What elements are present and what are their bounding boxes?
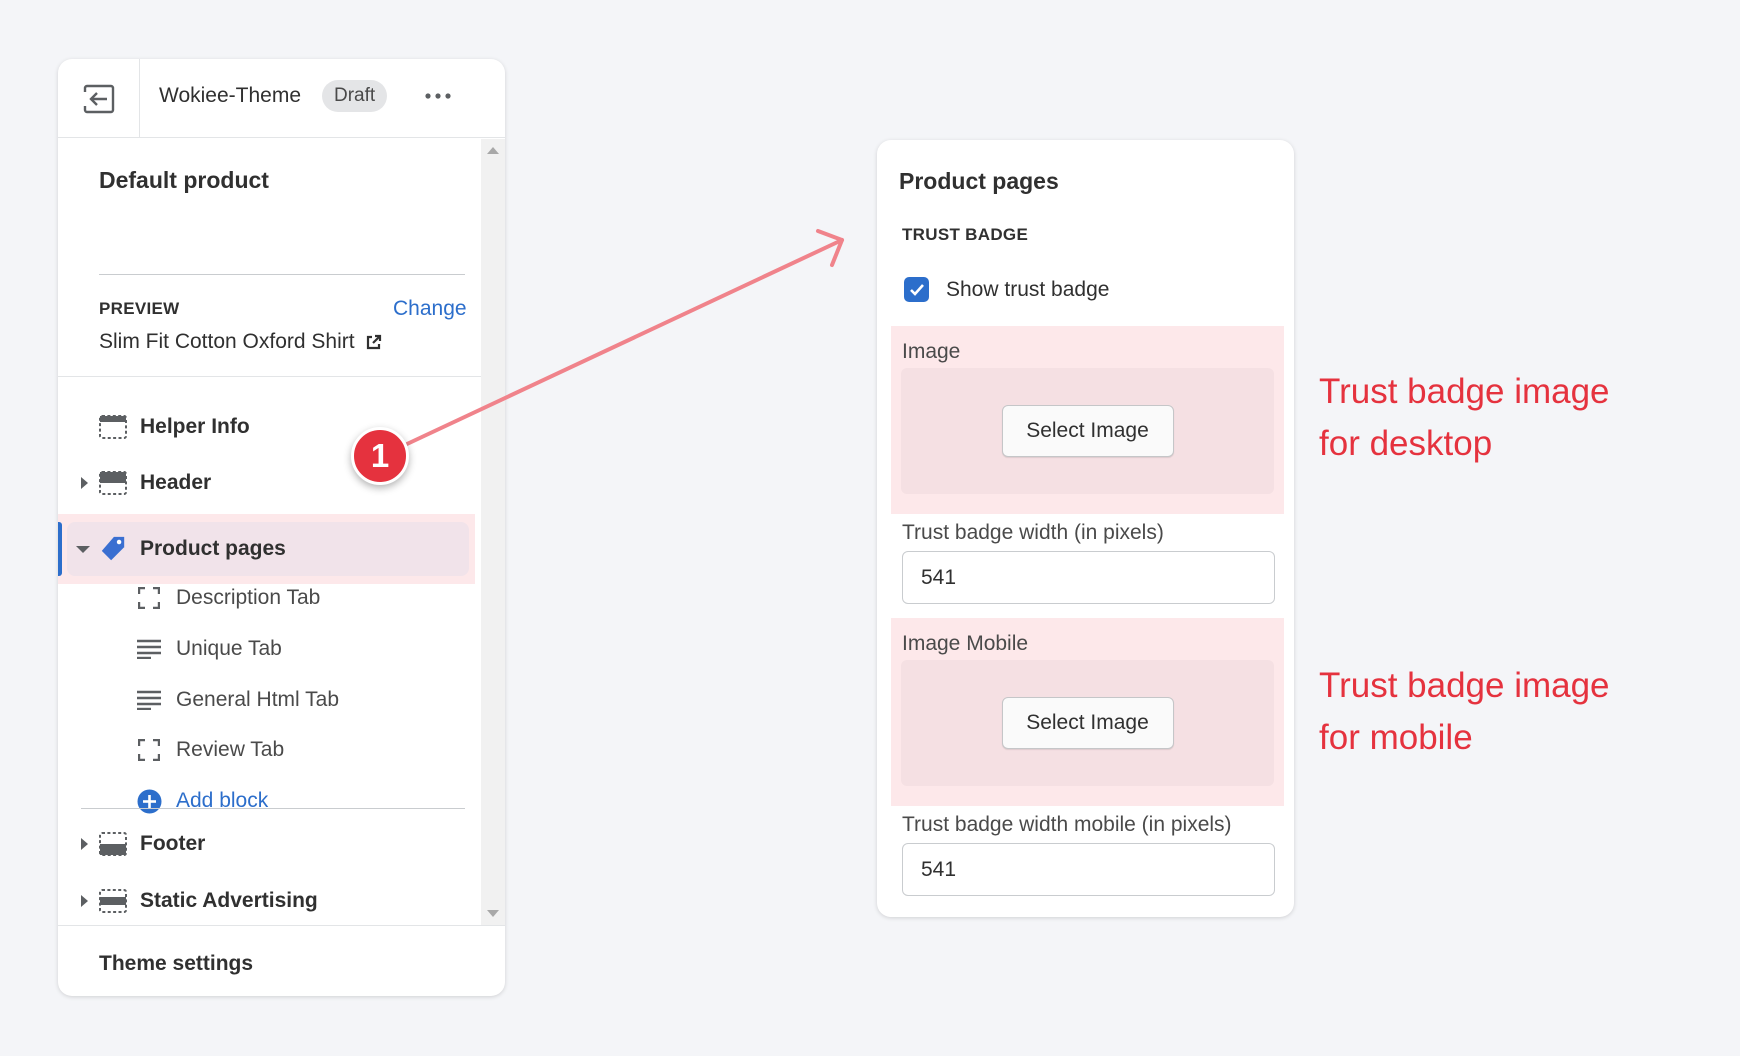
block-general-html-tab[interactable]: General Html Tab: [58, 678, 481, 722]
annotation-line: Trust badge image: [1319, 666, 1610, 705]
header-icon: [99, 469, 127, 497]
section-icon: [99, 887, 127, 915]
checkbox-checked[interactable]: [904, 277, 929, 302]
add-block-button[interactable]: Add block: [58, 779, 481, 823]
more-horizontal-icon: [425, 93, 451, 99]
image-mobile-label: Image Mobile: [902, 632, 1029, 655]
section-label: Product pages: [140, 537, 286, 560]
section-label: Helper Info: [140, 415, 250, 438]
theme-settings-button[interactable]: Theme settings: [99, 952, 253, 976]
annotation-line: Trust badge image: [1319, 372, 1610, 411]
image-picker-desktop: Image Select Image: [891, 326, 1284, 514]
select-image-button[interactable]: Select Image: [1001, 405, 1174, 457]
block-label: General Html Tab: [176, 688, 340, 711]
image-picker-mobile: Image Mobile Select Image: [891, 618, 1284, 806]
preview-product[interactable]: Slim Fit Cotton Oxford Shirt: [99, 330, 382, 354]
expand-caret-icon[interactable]: [81, 477, 88, 489]
theme-editor-sidebar: Wokiee-Theme Draft Default product PREVI…: [58, 59, 505, 996]
width-mobile-input[interactable]: 541: [902, 843, 1275, 896]
more-actions-button[interactable]: [420, 81, 456, 111]
block-description-tab[interactable]: Description Tab: [58, 576, 481, 620]
section-label: Header: [140, 471, 212, 494]
block-unique-tab[interactable]: Unique Tab: [58, 627, 481, 671]
scroll-up-icon[interactable]: [487, 147, 499, 154]
divider: [99, 274, 465, 275]
expand-caret-icon[interactable]: [81, 895, 88, 907]
select-image-mobile-button[interactable]: Select Image: [1001, 697, 1174, 749]
block-label: Unique Tab: [176, 637, 282, 660]
section-label: Footer: [140, 832, 206, 855]
external-link-icon: [366, 334, 381, 349]
section-label: Static Advertising: [140, 889, 318, 912]
preview-label: PREVIEW: [99, 299, 180, 318]
width-mobile-label: Trust badge width mobile (in pixels): [902, 813, 1232, 836]
annotation-line: for desktop: [1319, 424, 1493, 463]
block-review-tab[interactable]: Review Tab: [58, 728, 481, 772]
show-trust-badge-toggle[interactable]: Show trust badge: [904, 277, 1109, 302]
checkmark-icon: [909, 284, 924, 296]
footer-icon: [99, 830, 127, 858]
annotation-line: for mobile: [1319, 718, 1473, 757]
template-title: Default product: [99, 167, 269, 193]
section-settings-panel: Product pages TRUST BADGE Show trust bad…: [877, 140, 1294, 917]
block-label: Description Tab: [176, 586, 321, 609]
block-icon: [136, 737, 162, 763]
editor-footer: Theme settings: [58, 925, 505, 996]
expand-caret-icon[interactable]: [81, 838, 88, 850]
image-label: Image: [902, 340, 961, 363]
sections-scroll-area: Default product PREVIEW Change Slim Fit …: [58, 139, 481, 925]
divider: [81, 808, 465, 809]
collapse-caret-icon[interactable]: [76, 545, 90, 553]
section-static-advertising[interactable]: Static Advertising: [58, 879, 481, 923]
divider: [58, 376, 481, 377]
theme-name: Wokiee-Theme: [159, 84, 301, 107]
section-header[interactable]: Header: [58, 461, 481, 505]
section-helper-info[interactable]: Helper Info: [58, 405, 481, 449]
block-label: Review Tab: [176, 738, 285, 761]
editor-topbar: Wokiee-Theme Draft: [58, 59, 505, 138]
status-badge: Draft: [322, 80, 388, 112]
exit-icon: [81, 84, 114, 113]
add-circle-icon: [136, 788, 162, 814]
section-icon: [99, 413, 127, 441]
text-lines-icon: [136, 687, 162, 713]
block-icon: [136, 585, 162, 611]
change-preview-link[interactable]: Change: [393, 297, 467, 321]
width-label: Trust badge width (in pixels): [902, 521, 1164, 544]
annotation-mobile: Trust badge image for mobile: [1319, 660, 1610, 764]
image-dropzone-mobile[interactable]: Select Image: [901, 660, 1274, 786]
scrollbar[interactable]: [481, 139, 505, 925]
section-product-pages[interactable]: Product pages: [58, 527, 481, 571]
preview-product-name: Slim Fit Cotton Oxford Shirt: [99, 330, 355, 353]
settings-section-heading: TRUST BADGE: [902, 225, 1029, 244]
image-dropzone[interactable]: Select Image: [901, 368, 1274, 494]
width-input[interactable]: 541: [902, 551, 1275, 604]
settings-title: Product pages: [899, 168, 1059, 194]
tag-icon: [99, 535, 127, 563]
annotation-desktop: Trust badge image for desktop: [1319, 366, 1610, 470]
step-badge: 1: [351, 427, 409, 485]
add-block-label: Add block: [176, 789, 269, 812]
scroll-down-icon[interactable]: [487, 910, 499, 917]
section-footer[interactable]: Footer: [58, 822, 481, 866]
show-trust-badge-label: Show trust badge: [946, 277, 1110, 301]
exit-button[interactable]: [58, 59, 140, 138]
text-lines-icon: [136, 636, 162, 662]
